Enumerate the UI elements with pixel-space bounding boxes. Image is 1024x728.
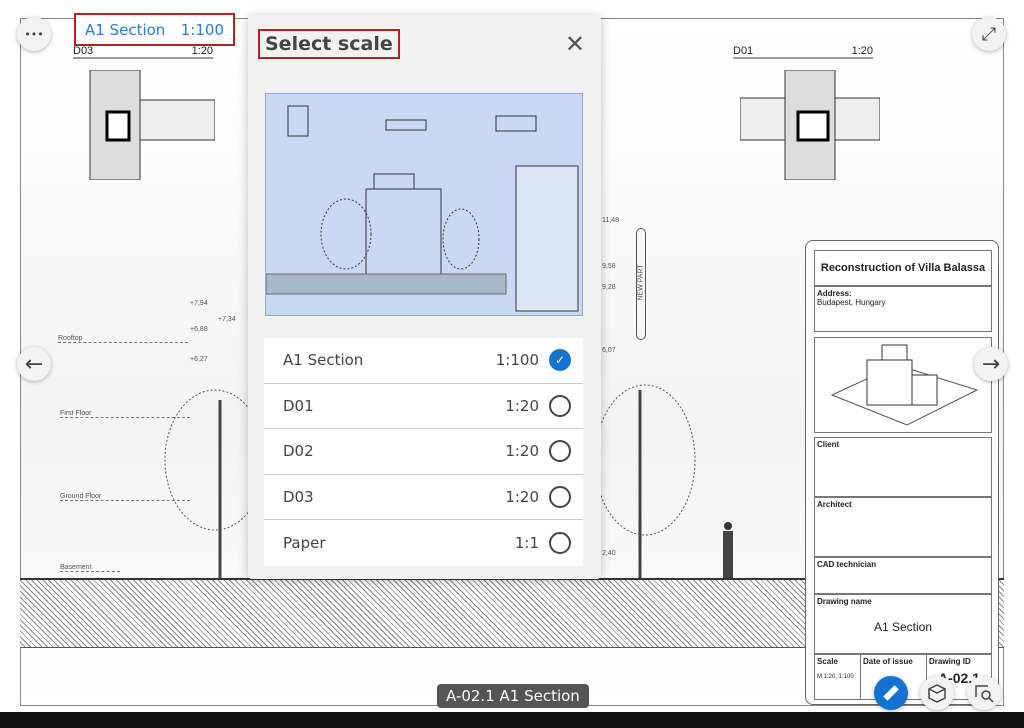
detail-name: D03 (73, 45, 94, 57)
bottom-bar (0, 712, 1024, 728)
scale-option-d01[interactable]: D01 1:20 (264, 384, 583, 430)
close-icon[interactable]: ✕ (565, 30, 585, 58)
scale-option-d03[interactable]: D03 1:20 (264, 475, 583, 521)
drawing-name-value: A1 Section (873, 620, 933, 634)
scale-option-a1-section[interactable]: A1 Section 1:100 ✓ (264, 338, 583, 384)
elevation-mark: 6,07 (602, 347, 616, 354)
scale-option-d02[interactable]: D02 1:20 (264, 429, 583, 475)
title-block: Reconstruction of Villa Balassa Address:… (805, 240, 999, 705)
sheet-name-tooltip: A-02.1 A1 Section (437, 684, 589, 708)
scale-option-paper[interactable]: Paper 1:1 (264, 520, 583, 566)
address-label: Address: (817, 289, 852, 298)
radio-checked-icon[interactable]: ✓ (549, 349, 571, 372)
option-scale: 1:20 (505, 396, 539, 415)
detail-d01-drawing (740, 70, 880, 180)
option-scale: 1:20 (505, 442, 539, 461)
architect-label: Architect (817, 500, 852, 509)
level-rooftop: Rooftop (58, 335, 188, 343)
radio-unchecked-icon[interactable] (549, 532, 571, 555)
sheet-preview-drawing (265, 105, 579, 312)
current-view-scale: 1:100 (180, 20, 224, 39)
elevation-mark: +6,27 (190, 356, 208, 363)
option-name: D02 (283, 442, 314, 461)
popup-title: Select scale (258, 29, 400, 59)
elevation-mark: +7,94 (190, 300, 208, 307)
radio-unchecked-icon[interactable] (549, 394, 571, 417)
elevation-mark: 9,58 (602, 263, 616, 270)
level-label: Basement (60, 564, 92, 571)
date-label: Date of issue (863, 657, 913, 666)
fullscreen-button[interactable]: ⤢ (972, 17, 1006, 51)
new-part-label: NEW PART (637, 264, 645, 301)
option-scale: 1:100 (495, 351, 539, 370)
arrow-right-icon: → (981, 351, 1001, 377)
elevation-mark: +6,88 (190, 326, 208, 333)
option-name: A1 Section (283, 351, 364, 370)
option-name: Paper (283, 534, 326, 553)
detail-d03-drawing (89, 70, 215, 180)
tree-right-icon (594, 384, 696, 580)
option-name: D03 (283, 488, 314, 507)
option-scale: 1:1 (514, 534, 539, 553)
detail-header-d01: D01 1:20 (733, 45, 873, 59)
current-view-name: A1 Section (85, 20, 166, 39)
detail-scale: 1:20 (851, 45, 873, 57)
detail-name: D01 (733, 45, 754, 57)
previous-button[interactable]: ← (17, 347, 51, 381)
measure-button[interactable] (874, 676, 908, 710)
drawing-name-label: Drawing name (817, 597, 872, 606)
new-part-marker: NEW PART (636, 228, 646, 340)
address-value: Budapest, Hungary (817, 298, 886, 307)
drawing-id-label: Drawing ID (929, 657, 971, 666)
radio-unchecked-icon[interactable] (549, 486, 571, 509)
client-label: Client (817, 440, 840, 449)
search-area-icon (975, 685, 994, 703)
select-scale-popup: Select scale ✕ A1 Section 1:100 ✓ D01 1:20 … (248, 15, 601, 579)
detail-scale: 1:20 (191, 45, 213, 57)
scale-selector-button[interactable]: A1 Section 1:100 (74, 13, 235, 46)
level-label: Rooftop (58, 335, 83, 342)
more-options-button[interactable]: ••• (17, 17, 51, 51)
3d-view-button[interactable] (920, 676, 954, 710)
expand-icon: ⤢ (981, 23, 997, 45)
elevation-mark: +7,34 (218, 316, 236, 323)
scale-label: Scale (817, 657, 838, 666)
building-3d-preview (814, 337, 992, 433)
next-button[interactable]: → (974, 347, 1008, 381)
arrow-left-icon: ← (24, 351, 44, 377)
tree-left-icon (164, 389, 260, 580)
sheet-thumbnail[interactable] (265, 93, 583, 316)
cube-icon (928, 684, 946, 703)
scale-value: M 1:20, 1:100 (817, 674, 854, 680)
zoom-area-button[interactable] (967, 676, 1001, 710)
detail-header-d03: D03 1:20 (73, 45, 213, 59)
level-basement: Basement (60, 564, 120, 572)
elevation-mark: 9,28 (602, 284, 616, 291)
more-icon: ••• (24, 27, 44, 41)
elevation-mark: 11,48 (602, 217, 619, 224)
option-scale: 1:20 (505, 488, 539, 507)
radio-unchecked-icon[interactable] (549, 440, 571, 463)
person-figure-icon (723, 522, 733, 578)
scale-options-list: A1 Section 1:100 ✓ D01 1:20 D02 1:20 D03 1:20… (264, 338, 583, 566)
cad-label: CAD technician (817, 560, 877, 569)
option-name: D01 (283, 396, 314, 415)
project-title: Reconstruction of Villa Balassa (814, 250, 992, 286)
ruler-icon (883, 685, 899, 701)
